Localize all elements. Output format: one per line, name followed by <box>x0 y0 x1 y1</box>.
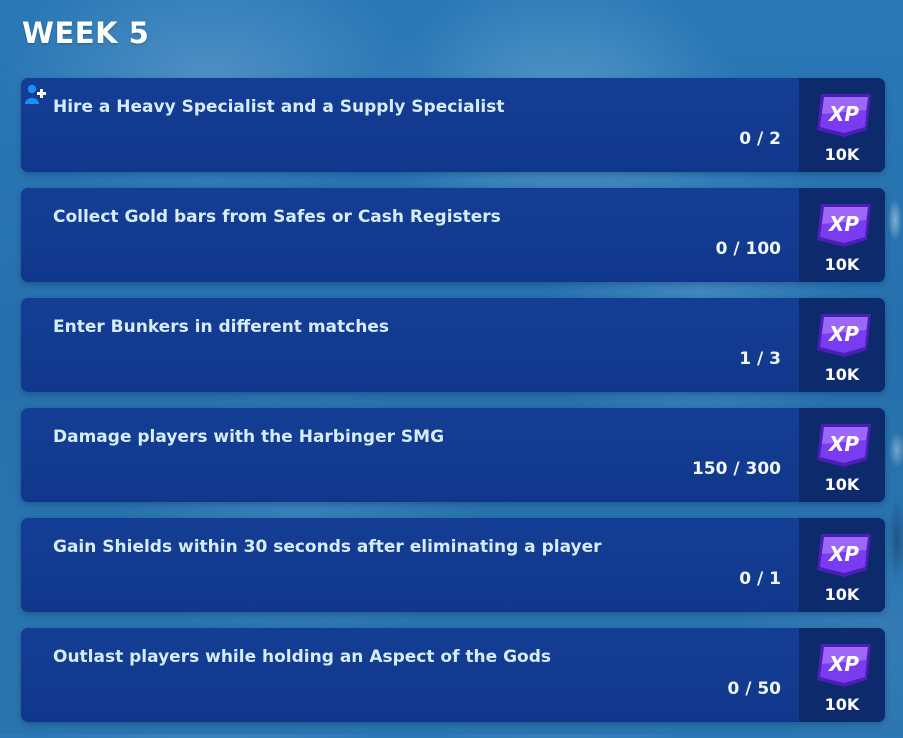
reward-panel: XP 10K <box>799 78 885 172</box>
xp-badge-icon: XP <box>817 94 871 137</box>
xp-badge-label: XP <box>827 652 859 676</box>
xp-reward-amount: 10K <box>824 695 860 714</box>
week-title: WEEK 5 <box>22 16 150 50</box>
xp-badge-icon: XP <box>817 204 871 247</box>
reward-panel: XP 10K <box>799 628 885 722</box>
quest-progress: 1 / 3 <box>739 349 781 369</box>
quest-card[interactable]: Hire a Heavy Specialist and a Supply Spe… <box>21 78 885 172</box>
quest-card[interactable]: Collect Gold bars from Safes or Cash Reg… <box>21 188 885 282</box>
xp-badge-icon: XP <box>817 534 871 577</box>
reward-panel: XP 10K <box>799 518 885 612</box>
party-assist-icon <box>25 84 46 104</box>
reward-panel: XP 10K <box>799 188 885 282</box>
xp-badge-label: XP <box>827 432 859 456</box>
quest-progress: 150 / 300 <box>691 459 781 479</box>
quest-title: Collect Gold bars from Safes or Cash Reg… <box>53 207 501 227</box>
quest-card[interactable]: Outlast players while holding an Aspect … <box>21 628 885 722</box>
xp-badge-icon: XP <box>817 314 871 357</box>
quest-title: Enter Bunkers in different matches <box>53 317 389 337</box>
quest-body: Outlast players while holding an Aspect … <box>21 628 799 722</box>
xp-badge-icon: XP <box>817 424 871 467</box>
quest-card[interactable]: Enter Bunkers in different matches 1 / 3… <box>21 298 885 392</box>
quest-body: Damage players with the Harbinger SMG 15… <box>21 408 799 502</box>
quest-title: Damage players with the Harbinger SMG <box>53 427 445 447</box>
xp-reward-amount: 10K <box>824 365 860 384</box>
quest-body: Gain Shields within 30 seconds after eli… <box>21 518 799 612</box>
quest-card[interactable]: Damage players with the Harbinger SMG 15… <box>21 408 885 502</box>
quest-list: Hire a Heavy Specialist and a Supply Spe… <box>21 78 885 738</box>
xp-badge-label: XP <box>827 212 859 236</box>
quest-progress: 0 / 50 <box>727 679 781 699</box>
xp-badge-label: XP <box>827 322 859 346</box>
quest-progress: 0 / 100 <box>715 239 781 259</box>
xp-reward-amount: 10K <box>824 585 860 604</box>
quest-title: Gain Shields within 30 seconds after eli… <box>53 537 602 557</box>
quest-card[interactable]: Gain Shields within 30 seconds after eli… <box>21 518 885 612</box>
quest-progress: 0 / 2 <box>739 129 781 149</box>
xp-reward-amount: 10K <box>824 145 860 164</box>
xp-badge-label: XP <box>827 102 859 126</box>
quest-body: Hire a Heavy Specialist and a Supply Spe… <box>21 78 799 172</box>
xp-reward-amount: 10K <box>824 475 860 494</box>
quest-body: Enter Bunkers in different matches 1 / 3 <box>21 298 799 392</box>
quest-title: Hire a Heavy Specialist and a Supply Spe… <box>53 97 505 117</box>
reward-panel: XP 10K <box>799 298 885 392</box>
quest-progress: 0 / 1 <box>739 569 781 589</box>
reward-panel: XP 10K <box>799 408 885 502</box>
quest-body: Collect Gold bars from Safes or Cash Reg… <box>21 188 799 282</box>
quest-title: Outlast players while holding an Aspect … <box>53 647 552 667</box>
xp-badge-icon: XP <box>817 644 871 687</box>
xp-badge-label: XP <box>827 542 859 566</box>
xp-reward-amount: 10K <box>824 255 860 274</box>
